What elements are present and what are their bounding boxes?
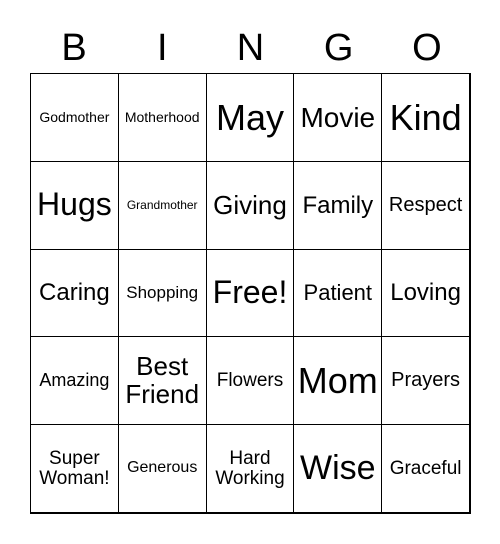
bingo-grid: Godmother Motherhood May Movie Kind Hugs Grand… bbox=[30, 73, 471, 514]
header-letter-o: O bbox=[412, 27, 442, 69]
bingo-cell: Generous bbox=[117, 424, 207, 513]
bingo-cell: Respect bbox=[381, 160, 470, 250]
bingo-cell: Mom bbox=[293, 336, 383, 426]
bingo-cell: Best Friend bbox=[117, 336, 207, 426]
bingo-cell: Hard Working bbox=[205, 424, 295, 513]
bingo-cell: Wise bbox=[293, 424, 383, 513]
bingo-cell: May bbox=[205, 73, 295, 162]
bingo-cell: Super Woman! bbox=[30, 424, 119, 513]
bingo-cell: Kind bbox=[381, 73, 470, 162]
bingo-cell: Caring bbox=[30, 248, 119, 338]
bingo-cell: Family bbox=[293, 160, 383, 250]
bingo-cell: Patient bbox=[293, 248, 383, 338]
bingo-cell: Prayers bbox=[381, 336, 470, 426]
bingo-cell: Grandmother bbox=[117, 160, 207, 250]
bingo-cell: Graceful bbox=[381, 424, 470, 513]
bingo-cell: Giving bbox=[205, 160, 295, 250]
bingo-cell: Shopping bbox=[117, 248, 207, 338]
header-letter-g: G bbox=[323, 27, 354, 69]
header-letter-b: B bbox=[61, 27, 87, 69]
header-letter-i: I bbox=[157, 27, 168, 69]
bingo-cell: Motherhood bbox=[117, 73, 207, 162]
bingo-header: B I N G O bbox=[30, 24, 471, 72]
header-letter-n: N bbox=[236, 27, 265, 69]
bingo-cell: Hugs bbox=[30, 160, 119, 250]
bingo-cell: Loving bbox=[381, 248, 470, 338]
bingo-cell: Movie bbox=[293, 73, 383, 162]
bingo-cell: Free! bbox=[205, 248, 295, 338]
bingo-cell: Amazing bbox=[30, 336, 119, 426]
bingo-cell: Godmother bbox=[30, 73, 119, 162]
bingo-cell: Flowers bbox=[205, 336, 295, 426]
